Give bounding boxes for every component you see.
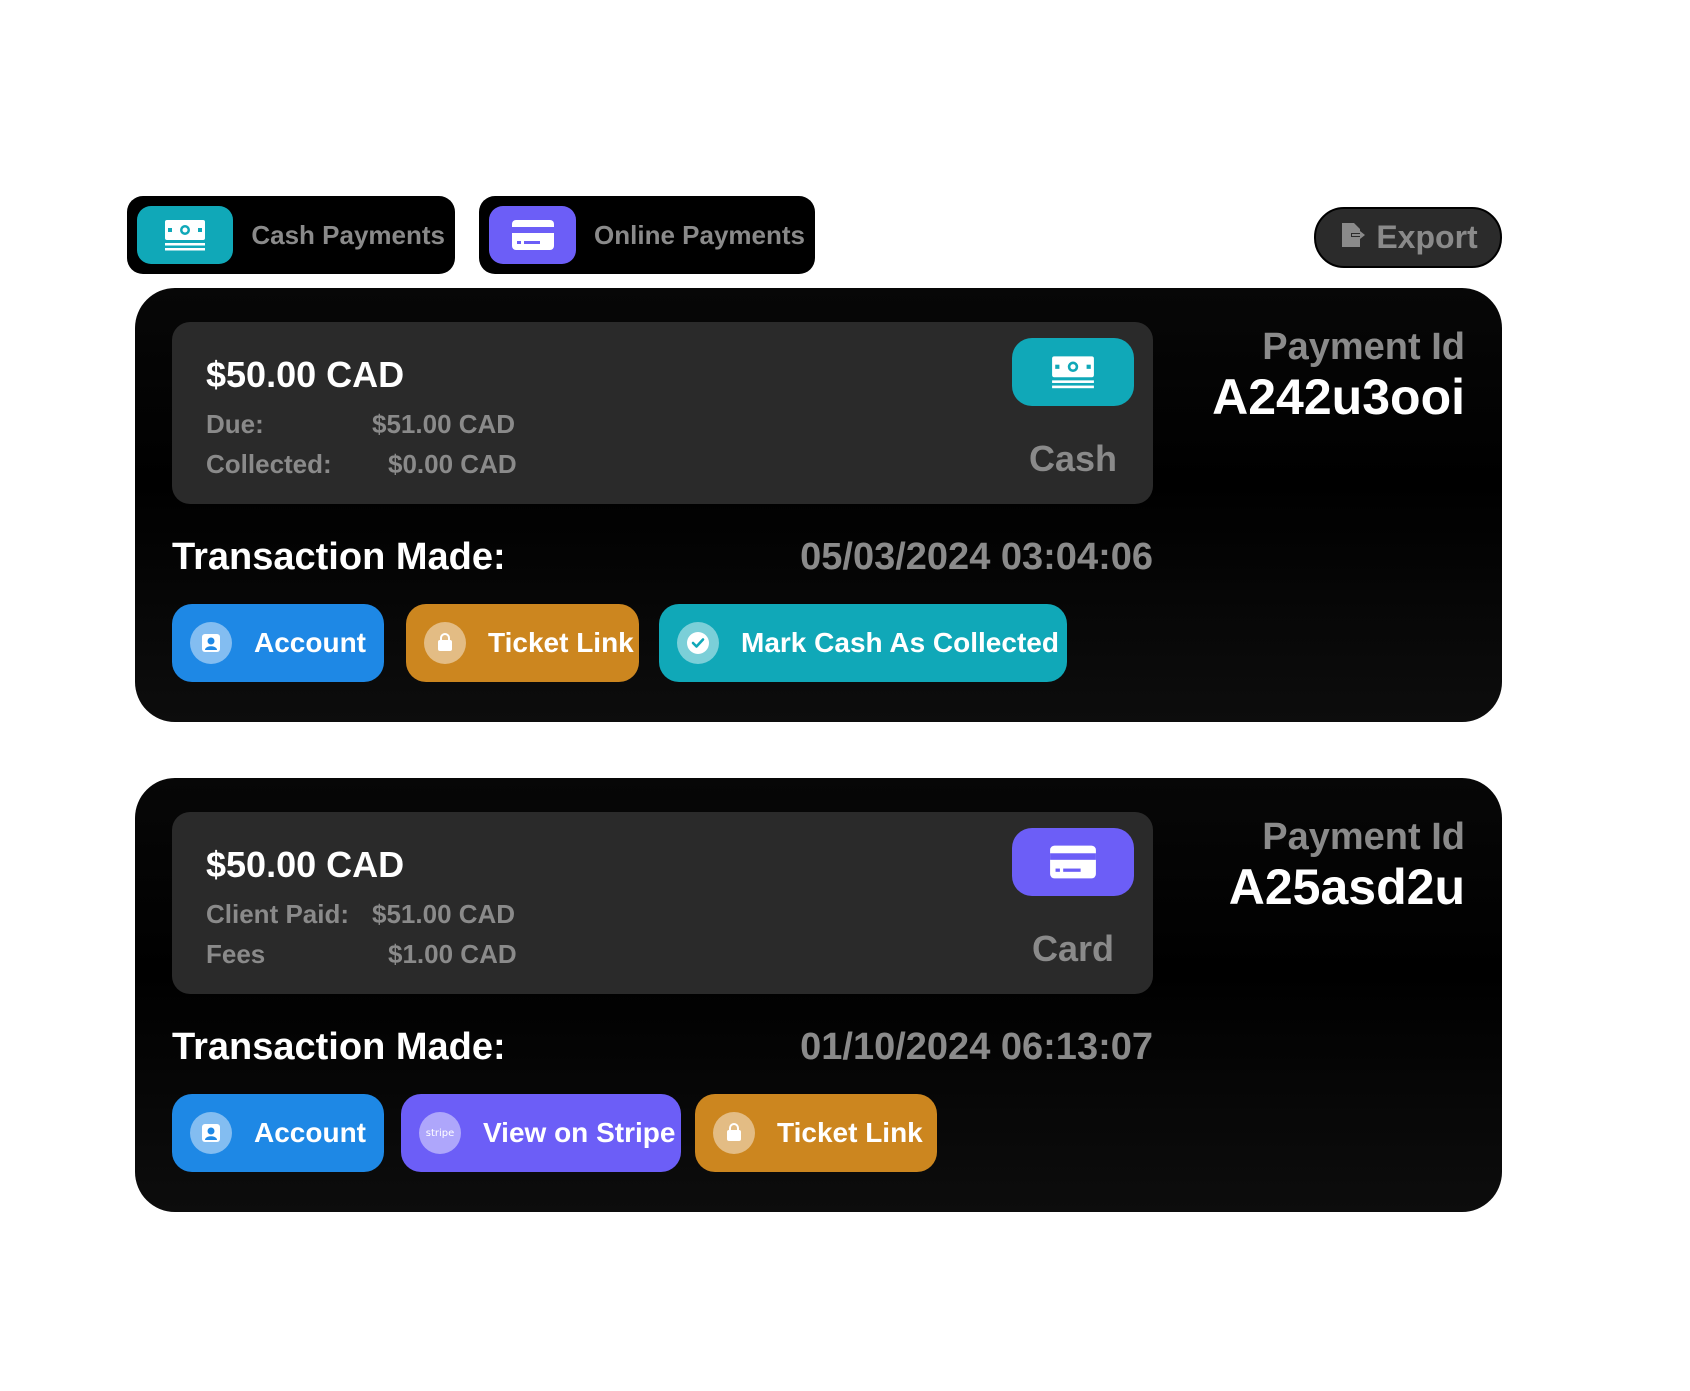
account-icon xyxy=(190,622,232,664)
ticket-bag-icon xyxy=(713,1112,755,1154)
payment-id-caption: Payment Id xyxy=(1262,326,1465,368)
fees-value: $1.00 CAD xyxy=(388,939,517,969)
tab-cash-payments[interactable]: Cash Payments xyxy=(127,196,455,274)
stripe-icon-text: stripe xyxy=(425,1127,455,1139)
payment-card: $50.00 CAD Client Paid: $51.00 CAD Fees … xyxy=(135,778,1502,1212)
transaction-date: 05/03/2024 03:04:06 xyxy=(800,536,1153,578)
client-paid-value: $51.00 CAD xyxy=(372,899,516,929)
ticket-bag-icon xyxy=(424,622,466,664)
account-icon xyxy=(190,1112,232,1154)
client-paid-label: Client Paid: xyxy=(206,899,350,929)
stripe-icon: stripe xyxy=(419,1112,461,1154)
credit-card-icon xyxy=(1012,828,1134,896)
view-on-stripe-button[interactable]: stripe View on Stripe xyxy=(401,1094,681,1172)
collected-label: Collected: xyxy=(206,449,332,479)
payment-method-label: Cash xyxy=(1028,438,1118,479)
ticket-link-button-label: Ticket Link xyxy=(488,627,634,658)
cash-icon xyxy=(1012,338,1134,406)
transaction-made-label: Transaction Made: xyxy=(172,536,506,578)
mark-cash-collected-button[interactable]: Mark Cash As Collected xyxy=(659,604,1067,682)
payment-amount: $50.00 CAD xyxy=(206,354,405,395)
payment-id-caption: Payment Id xyxy=(1262,816,1465,858)
due-value: $51.00 CAD xyxy=(372,409,516,439)
payment-id-value: A25asd2u xyxy=(1228,859,1465,915)
transaction-made-label: Transaction Made: xyxy=(172,1026,506,1068)
payment-card: $50.00 CAD Due: $51.00 CAD Collected: $0… xyxy=(135,288,1502,722)
tab-online-payments-label: Online Payments xyxy=(594,219,805,250)
collected-value: $0.00 CAD xyxy=(388,449,517,479)
payment-summary: $50.00 CAD Client Paid: $51.00 CAD Fees … xyxy=(172,812,1153,994)
transaction-date: 01/10/2024 06:13:07 xyxy=(800,1026,1153,1068)
tab-online-payments[interactable]: Online Payments xyxy=(479,196,815,274)
export-icon xyxy=(1338,221,1366,254)
ticket-link-button[interactable]: Ticket Link xyxy=(406,604,639,682)
payment-summary: $50.00 CAD Due: $51.00 CAD Collected: $0… xyxy=(172,322,1153,504)
account-button-label: Account xyxy=(254,1117,366,1148)
fees-label: Fees xyxy=(206,939,266,969)
account-button[interactable]: Account xyxy=(172,1094,384,1172)
ticket-link-button-label: Ticket Link xyxy=(777,1117,923,1148)
ticket-link-button[interactable]: Ticket Link xyxy=(695,1094,937,1172)
cash-icon xyxy=(137,206,234,264)
check-circle-icon xyxy=(677,622,719,664)
account-button[interactable]: Account xyxy=(172,604,384,682)
credit-card-icon xyxy=(489,206,577,264)
due-label: Due: xyxy=(206,409,264,439)
view-on-stripe-label: View on Stripe xyxy=(483,1117,676,1148)
account-button-label: Account xyxy=(254,627,366,658)
export-label: Export xyxy=(1376,219,1478,255)
payment-amount: $50.00 CAD xyxy=(206,844,405,885)
tab-cash-payments-label: Cash Payments xyxy=(251,219,445,250)
payment-method-label: Card xyxy=(1031,928,1115,969)
mark-cash-collected-label: Mark Cash As Collected xyxy=(741,627,1059,658)
payment-id-value: A242u3ooi xyxy=(1212,369,1465,425)
export-button[interactable]: Export xyxy=(1314,207,1502,268)
